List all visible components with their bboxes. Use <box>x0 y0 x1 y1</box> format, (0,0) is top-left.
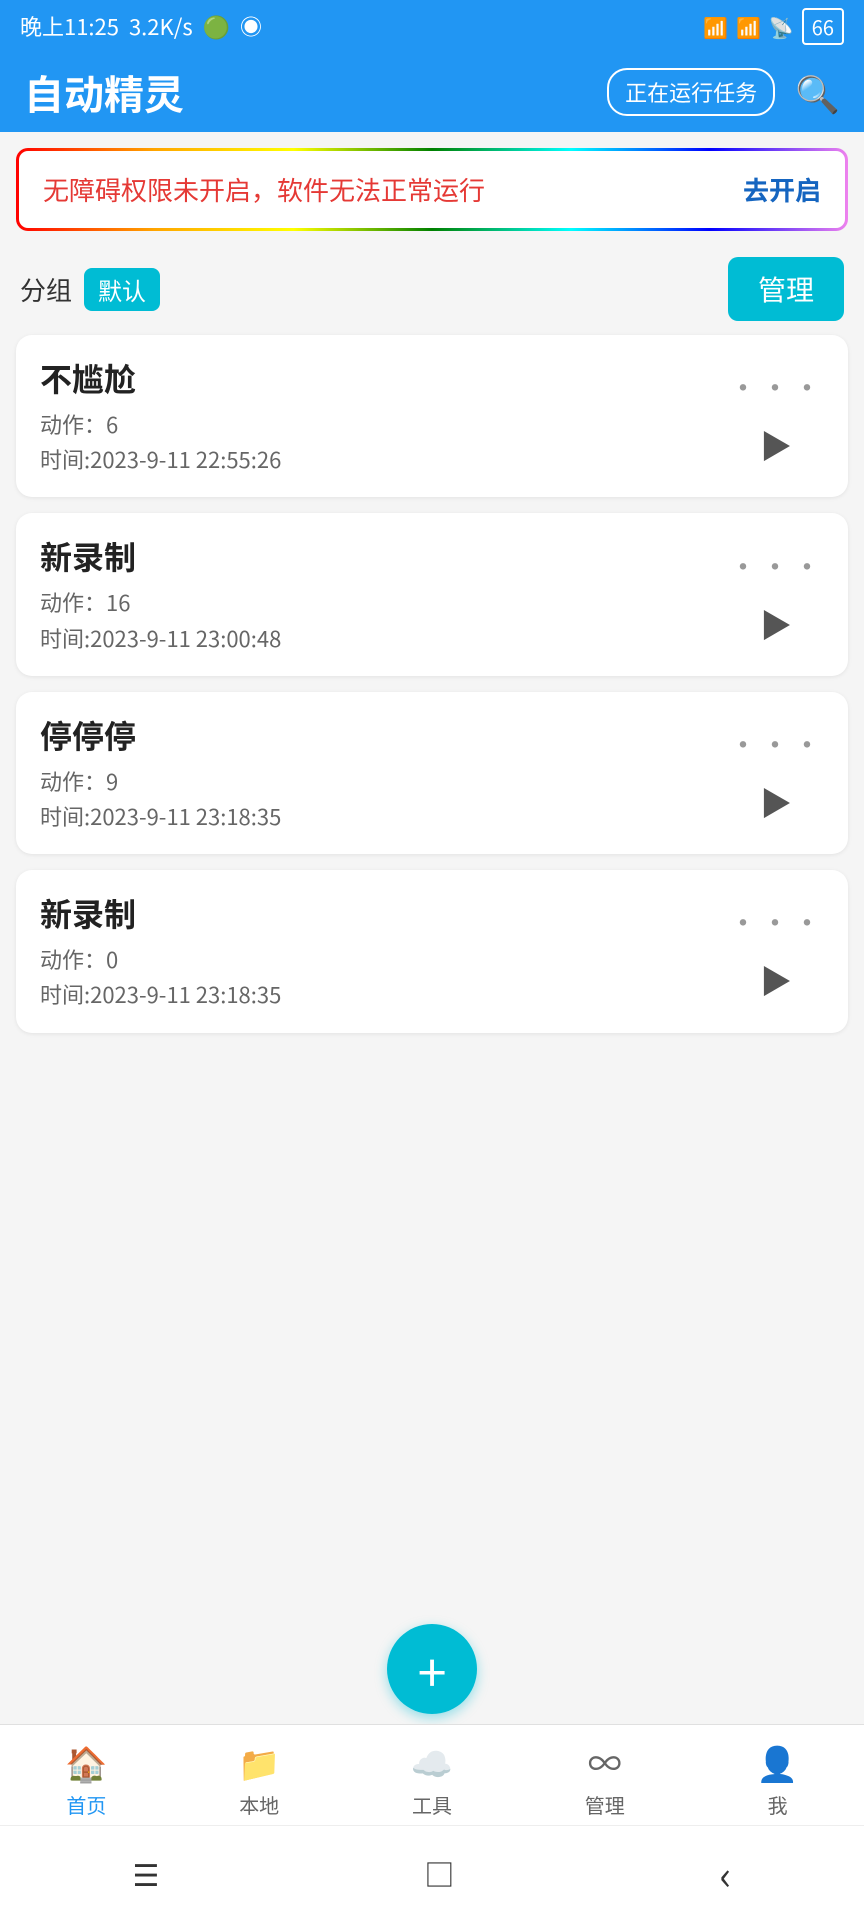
header-actions: 正在运行任务 🔍 <box>607 66 840 118</box>
app-title: 自动精灵 <box>24 63 184 121</box>
nav-label-home: 首页 <box>66 1790 106 1819</box>
task-info: 不尴尬 动作：6 时间:2023-9-11 22:55:26 <box>40 355 728 477</box>
task-info: 停停停 动作：9 时间:2023-9-11 23:18:35 <box>40 712 728 834</box>
more-options-button[interactable]: ••• <box>728 721 824 765</box>
task-list: 不尴尬 动作：6 时间:2023-9-11 22:55:26 ••• ▶ 新录制… <box>0 335 864 1326</box>
nav-label-manage: 管理 <box>585 1790 625 1819</box>
warning-message: 无障碍权限未开启，软件无法正常运行 <box>43 171 485 208</box>
local-icon: 📁 <box>238 1737 280 1786</box>
more-options-button[interactable]: ••• <box>728 364 824 408</box>
group-label: 分组 <box>20 271 72 308</box>
bottom-nav: 🏠 首页 📁 本地 ☁️ 工具 ∞ 管理 👤 我 <box>0 1724 864 1825</box>
task-actions: ••• ▶ <box>728 899 824 1003</box>
manage-icon: ∞ <box>588 1737 622 1786</box>
signal-icon-2: 📶 <box>736 12 761 41</box>
app-header: 自动精灵 正在运行任务 🔍 <box>0 52 864 132</box>
nav-label-local: 本地 <box>239 1790 279 1819</box>
system-nav: ☰ □ ‹ <box>0 1825 864 1920</box>
task-meta: 动作：6 时间:2023-9-11 22:55:26 <box>40 407 728 477</box>
more-options-button[interactable]: ••• <box>728 543 824 587</box>
wifi-icon: 📡 <box>769 12 794 41</box>
nav-item-home[interactable]: 🏠 首页 <box>0 1737 173 1819</box>
status-left: 晚上11:25 3.2K/s 🟢 ◉ <box>20 10 262 42</box>
play-button[interactable]: ▶ <box>760 957 792 1003</box>
add-task-button[interactable]: + <box>387 1624 477 1714</box>
play-button[interactable]: ▶ <box>760 601 792 647</box>
task-meta: 动作：9 时间:2023-9-11 23:18:35 <box>40 764 728 834</box>
app-icon-1: 🟢 <box>203 10 230 42</box>
task-actions: ••• ▶ <box>728 543 824 647</box>
home-icon: 🏠 <box>65 1737 107 1786</box>
task-name: 新录制 <box>40 890 728 936</box>
play-button[interactable]: ▶ <box>760 422 792 468</box>
menu-button[interactable]: ☰ <box>133 1851 160 1895</box>
app-icon-2: ◉ <box>240 10 262 42</box>
status-bar: 晚上11:25 3.2K/s 🟢 ◉ 📶 📶 📡 66 <box>0 0 864 52</box>
task-card: 新录制 动作：0 时间:2023-9-11 23:18:35 ••• ▶ <box>16 870 848 1032</box>
time-label: 晚上11:25 <box>20 10 119 42</box>
play-button[interactable]: ▶ <box>760 779 792 825</box>
group-left: 分组 默认 <box>20 268 160 311</box>
task-card: 新录制 动作：16 时间:2023-9-11 23:00:48 ••• ▶ <box>16 513 848 675</box>
tools-icon: ☁️ <box>411 1737 453 1786</box>
battery-label: 66 <box>802 8 844 45</box>
nav-item-manage[interactable]: ∞ 管理 <box>518 1737 691 1819</box>
group-row: 分组 默认 管理 <box>0 247 864 331</box>
warning-action-button[interactable]: 去开启 <box>743 171 821 208</box>
speed-label: 3.2K/s <box>129 10 193 42</box>
manage-button[interactable]: 管理 <box>728 257 844 321</box>
nav-label-me: 我 <box>768 1790 788 1819</box>
warning-banner: 无障碍权限未开启，软件无法正常运行 去开启 <box>16 148 848 231</box>
task-info: 新录制 动作：16 时间:2023-9-11 23:00:48 <box>40 533 728 655</box>
status-right: 📶 📶 📡 66 <box>703 8 844 45</box>
fab-container: + <box>0 1604 864 1724</box>
signal-icon: 📶 <box>703 12 728 41</box>
back-button[interactable]: ‹ <box>719 1844 731 1902</box>
task-meta: 动作：16 时间:2023-9-11 23:00:48 <box>40 585 728 655</box>
nav-item-me[interactable]: 👤 我 <box>691 1737 864 1819</box>
task-card: 不尴尬 动作：6 时间:2023-9-11 22:55:26 ••• ▶ <box>16 335 848 497</box>
task-name: 不尴尬 <box>40 355 728 401</box>
task-card: 停停停 动作：9 时间:2023-9-11 23:18:35 ••• ▶ <box>16 692 848 854</box>
task-name: 停停停 <box>40 712 728 758</box>
search-button[interactable]: 🔍 <box>795 66 840 118</box>
running-badge: 正在运行任务 <box>607 68 775 116</box>
nav-label-tools: 工具 <box>412 1790 452 1819</box>
task-actions: ••• ▶ <box>728 721 824 825</box>
task-name: 新录制 <box>40 533 728 579</box>
more-options-button[interactable]: ••• <box>728 899 824 943</box>
nav-item-tools[interactable]: ☁️ 工具 <box>346 1737 519 1819</box>
nav-item-local[interactable]: 📁 本地 <box>173 1737 346 1819</box>
task-info: 新录制 动作：0 时间:2023-9-11 23:18:35 <box>40 890 728 1012</box>
home-button[interactable]: □ <box>424 1851 454 1895</box>
me-icon: 👤 <box>756 1737 798 1786</box>
task-actions: ••• ▶ <box>728 364 824 468</box>
task-meta: 动作：0 时间:2023-9-11 23:18:35 <box>40 942 728 1012</box>
group-tag[interactable]: 默认 <box>84 268 160 311</box>
